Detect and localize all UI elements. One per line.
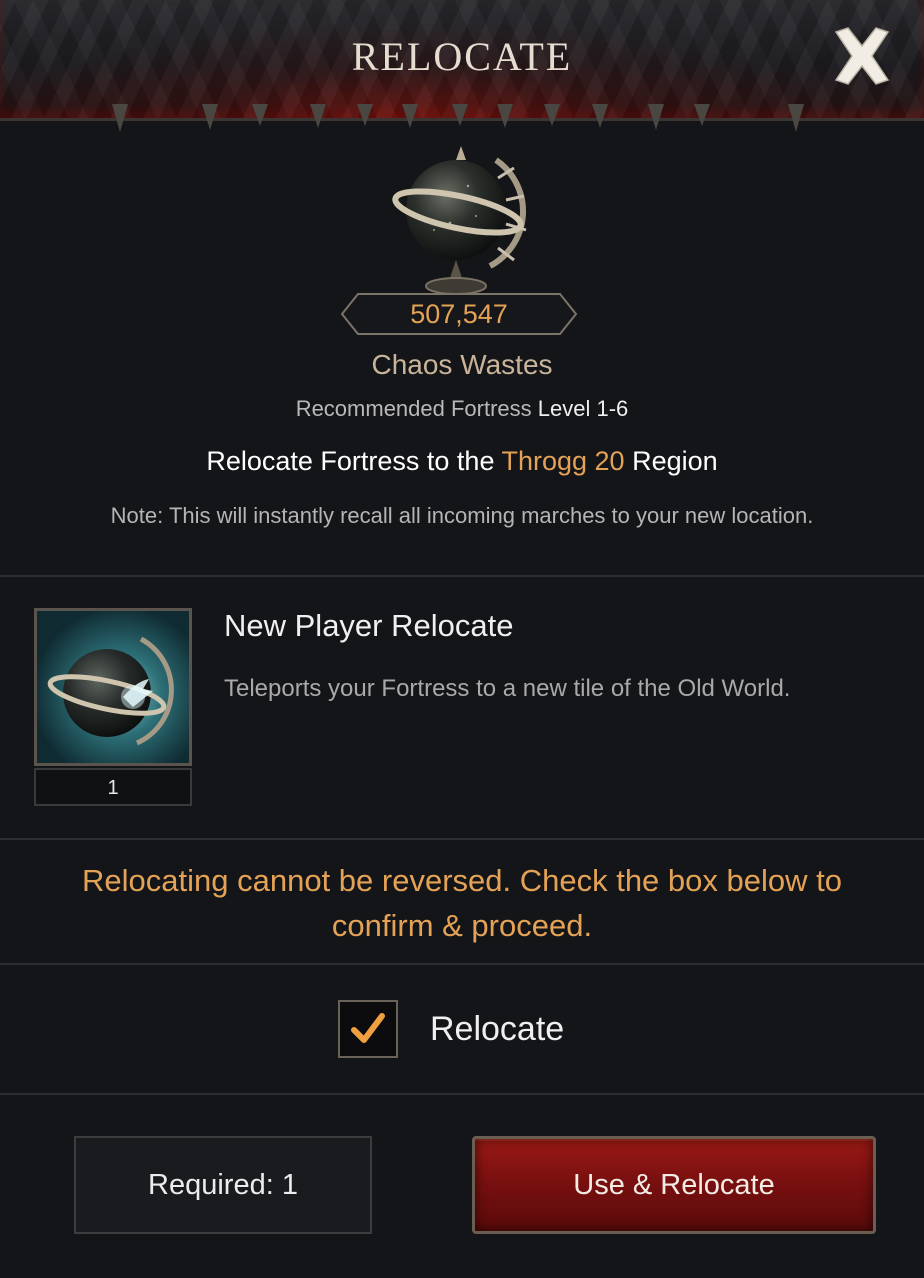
- item-description: Teleports your Fortress to a new tile of…: [224, 675, 791, 702]
- item-title: New Player Relocate: [224, 608, 514, 643]
- confirm-checkbox[interactable]: [338, 1000, 398, 1058]
- relocate-destination: Relocate Fortress to the Throgg 20 Regio…: [0, 446, 924, 477]
- recall-note: Note: This will instantly recall all inc…: [110, 503, 814, 528]
- relocate-cost-value: 507,547: [410, 299, 508, 329]
- relocate-prefix: Relocate Fortress to the: [206, 446, 502, 476]
- region-type: Chaos Wastes: [371, 349, 553, 380]
- use-and-relocate-button[interactable]: Use & Relocate: [472, 1136, 876, 1234]
- dialog-title: RELOCATE: [351, 34, 573, 79]
- armillary-globe-icon: [386, 138, 536, 298]
- irreversible-warning: Relocating cannot be reversed. Check the…: [82, 863, 842, 943]
- header-spikes: [112, 104, 804, 132]
- recommended-prefix: Recommended Fortress: [295, 396, 538, 421]
- confirm-label: Relocate: [430, 1010, 565, 1048]
- relocate-cost-badge: 507,547: [340, 292, 578, 336]
- teleport-globe-icon: [47, 636, 174, 746]
- checkmark-icon: [351, 1013, 385, 1043]
- region-name-highlight: Throgg 20: [501, 446, 625, 476]
- divider: [0, 575, 924, 577]
- item-quantity: 1: [34, 768, 192, 806]
- divider: [0, 838, 924, 840]
- recommended-level: Recommended Fortress Level 1-6: [0, 396, 924, 422]
- required-button[interactable]: Required: 1: [74, 1136, 372, 1234]
- divider: [0, 1093, 924, 1095]
- divider: [0, 963, 924, 965]
- recommended-level-value: Level 1-6: [537, 396, 629, 421]
- close-icon: [834, 27, 890, 85]
- relocate-suffix: Region: [624, 446, 718, 476]
- item-icon-frame[interactable]: [34, 608, 192, 766]
- close-button[interactable]: [828, 22, 896, 90]
- dialog-header: RELOCATE: [0, 0, 924, 132]
